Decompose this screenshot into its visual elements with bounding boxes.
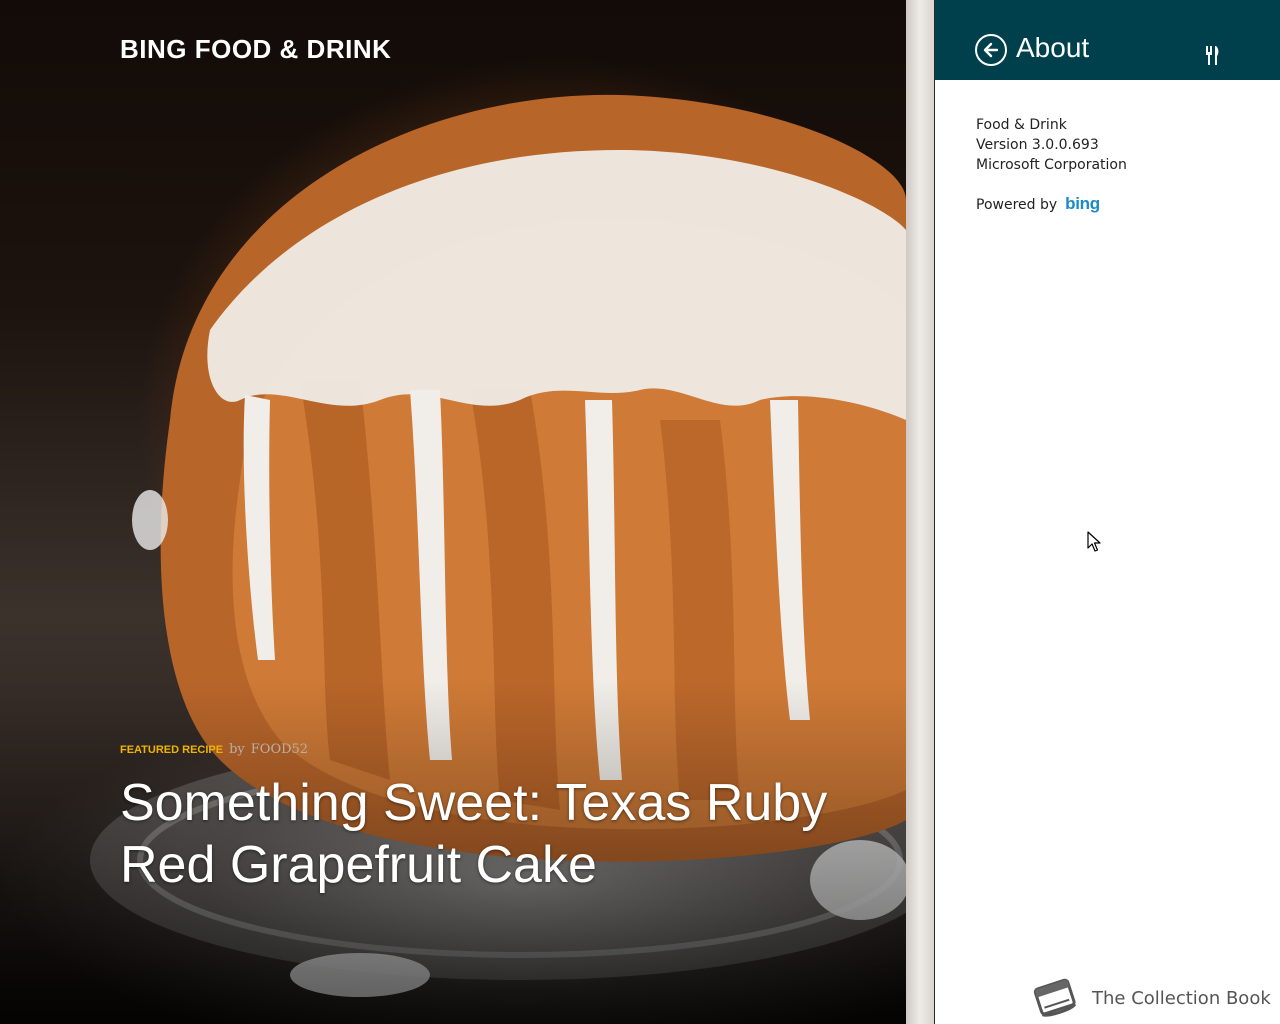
fork-knife-icon xyxy=(1206,46,1219,65)
powered-by-label: Powered by xyxy=(976,197,1058,213)
featured-tag: Featured Recipe xyxy=(120,744,224,756)
bing-logo[interactable]: bing xyxy=(1065,194,1100,214)
book-icon xyxy=(1033,978,1077,1017)
back-button[interactable] xyxy=(975,34,1007,66)
featured-by-label: by xyxy=(229,742,245,757)
about-info: Food & Drink Version 3.0.0.693 Microsoft… xyxy=(976,115,1127,175)
app-brand-title: BING FOOD & DRINK xyxy=(120,34,392,64)
back-arrow-circle-icon xyxy=(983,42,999,58)
powered-by: Powered by bing xyxy=(976,194,1100,215)
flyout-header: About xyxy=(935,0,1280,80)
collection-book-overlay: The Collection Book xyxy=(1028,974,1271,1022)
hero-title[interactable]: Something Sweet: Texas Ruby Red Grapefru… xyxy=(120,772,840,896)
collection-book-label: The Collection Book xyxy=(1092,987,1271,1009)
app-name: Food & Drink xyxy=(976,117,1067,133)
mouse-pointer-icon xyxy=(1087,531,1101,552)
featured-author: FOOD52 xyxy=(250,742,309,757)
about-flyout: About Food & Drink Version 3.0.0.693 Mic… xyxy=(934,0,1280,1024)
featured-meta: Featured Recipe by FOOD52 xyxy=(120,742,308,757)
hero-banner[interactable]: BING FOOD & DRINK Featured Recipe by FOO… xyxy=(0,0,906,1024)
app-version: Version 3.0.0.693 xyxy=(976,137,1099,153)
hero-edge-strip xyxy=(906,0,934,1024)
flyout-title: About xyxy=(1016,32,1090,63)
app-publisher: Microsoft Corporation xyxy=(976,157,1127,173)
